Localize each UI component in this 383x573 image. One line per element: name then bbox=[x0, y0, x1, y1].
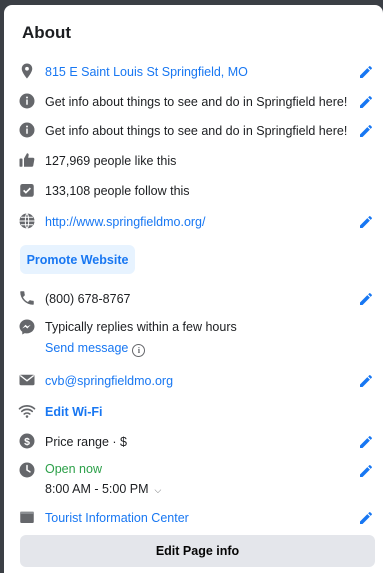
clock-icon bbox=[18, 461, 36, 479]
info-text-2: Get info about things to see and do in S… bbox=[45, 124, 348, 138]
messenger-icon bbox=[18, 318, 36, 336]
location-pin-icon bbox=[18, 62, 36, 80]
website-link[interactable]: http://www.springfieldmo.org/ bbox=[45, 214, 206, 230]
edit-info-2-pencil-icon[interactable] bbox=[358, 123, 374, 139]
edit-hours-pencil-icon[interactable] bbox=[358, 463, 374, 479]
promote-website-button[interactable]: Promote Website bbox=[20, 245, 135, 274]
hours-text: 8:00 AM - 5:00 PM bbox=[45, 482, 149, 496]
open-status: Open now bbox=[45, 462, 102, 476]
edit-email-pencil-icon[interactable] bbox=[358, 373, 374, 389]
info-icon bbox=[18, 92, 36, 110]
likes-count: 127,969 people like this bbox=[45, 154, 177, 168]
edit-page-info-button[interactable]: Edit Page info bbox=[20, 535, 375, 567]
chevron-down-icon: ⌵ bbox=[154, 485, 162, 495]
svg-text:$: $ bbox=[24, 436, 30, 448]
info-circle-icon[interactable]: i bbox=[132, 344, 146, 357]
address-link[interactable]: 815 E Saint Louis St Springfield, MO bbox=[45, 64, 248, 80]
edit-price-pencil-icon[interactable] bbox=[358, 434, 374, 450]
info-icon bbox=[18, 121, 36, 139]
wifi-icon bbox=[18, 402, 36, 420]
about-card: About 815 E Saint Louis St Springfield, … bbox=[4, 5, 383, 573]
category-link[interactable]: Tourist Information Center bbox=[45, 510, 189, 526]
edit-website-pencil-icon[interactable] bbox=[358, 214, 374, 230]
edit-wifi-link[interactable]: Edit Wi-Fi bbox=[45, 404, 103, 420]
send-message-row: Send message i bbox=[45, 340, 146, 357]
reply-time-text: Typically replies within a few hours bbox=[45, 320, 237, 334]
edit-info-1-pencil-icon[interactable] bbox=[358, 94, 374, 110]
price-range-text: Price range · $ bbox=[45, 435, 127, 449]
phone-number: (800) 678-8767 bbox=[45, 292, 131, 306]
email-link[interactable]: cvb@springfieldmo.org bbox=[45, 373, 173, 389]
globe-icon bbox=[18, 212, 36, 230]
envelope-icon bbox=[18, 371, 36, 389]
info-text-1: Get info about things to see and do in S… bbox=[45, 95, 348, 109]
section-title: About bbox=[22, 23, 72, 42]
edit-category-pencil-icon[interactable] bbox=[358, 510, 374, 526]
thumbs-up-icon bbox=[18, 151, 36, 169]
send-message-link[interactable]: Send message bbox=[45, 341, 128, 355]
hours-dropdown[interactable]: 8:00 AM - 5:00 PM ⌵ bbox=[45, 481, 161, 498]
follows-count: 133,108 people follow this bbox=[45, 184, 190, 198]
follow-check-icon bbox=[18, 181, 36, 199]
dollar-icon: $ bbox=[18, 432, 36, 450]
flag-icon bbox=[18, 508, 36, 526]
edit-address-pencil-icon[interactable] bbox=[358, 64, 374, 80]
edit-phone-pencil-icon[interactable] bbox=[358, 291, 374, 307]
phone-icon bbox=[18, 289, 36, 307]
